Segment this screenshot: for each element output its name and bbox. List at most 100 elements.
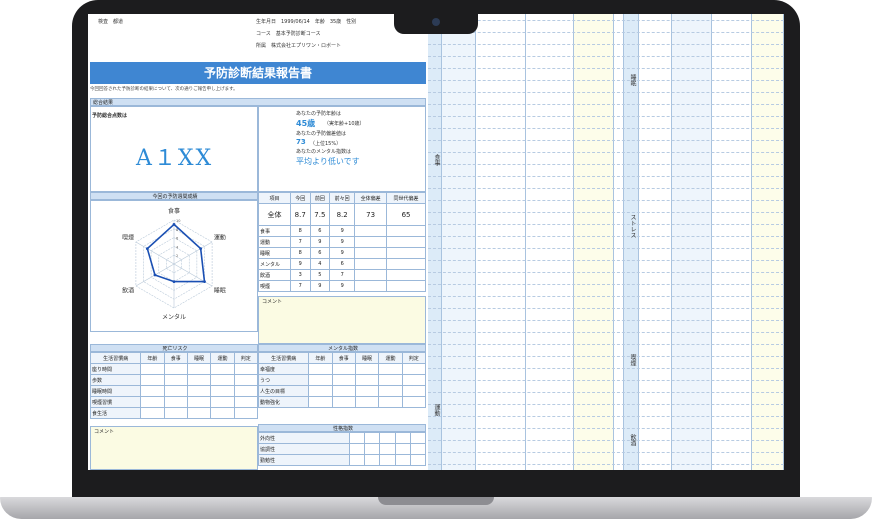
score-total-cell: 73 [354, 203, 388, 226]
grid-line [428, 164, 784, 165]
score-comment-label: コメント [262, 299, 283, 305]
table-cell: 飲酒 [258, 269, 291, 281]
row-label: 食生活 [89, 407, 142, 419]
radar-point [172, 280, 176, 283]
header-line: 検査 都道 [98, 19, 124, 25]
table-cell [233, 374, 259, 386]
radar-point [145, 247, 149, 250]
table-cell [354, 280, 388, 292]
table-cell [331, 374, 356, 386]
risk-table: 生活習慣病 年齢 食事 睡眠 運動 判定 座り時間 歩数 睡眠時間 喫煙習慣 食生活 [89, 352, 259, 419]
radar-tick-label: 6 [176, 237, 178, 241]
grid-section-label: ストレス [629, 214, 636, 238]
score-header-cell: 同世代偏差 [386, 192, 426, 204]
table-cell [163, 407, 188, 419]
table-cell [354, 396, 380, 408]
table-cell [140, 363, 165, 375]
grid-line [428, 68, 784, 69]
dev-value: 73 [296, 138, 306, 146]
table-cell: 3 [289, 269, 311, 281]
table-cell [378, 396, 403, 408]
row-label: 動物強化 [257, 396, 310, 408]
table-cell [401, 385, 427, 397]
radar-axis-label: メンタル [162, 313, 186, 321]
score-total-cell: 8.7 [289, 203, 311, 226]
table-row: 人生の目標 [257, 385, 427, 397]
row-label: 人生の目標 [257, 385, 310, 397]
grid-line [428, 152, 784, 153]
table-cell: 9 [309, 280, 331, 292]
table-cell [401, 374, 427, 386]
risk-header-cell: 判定 [233, 352, 259, 364]
grid-line [428, 236, 784, 237]
table-cell: 7 [289, 280, 311, 292]
grid-line [428, 380, 784, 381]
risk-header-cell: 運動 [210, 352, 235, 364]
grid-line [428, 284, 784, 285]
grid-line [428, 464, 784, 465]
table-cell [354, 269, 388, 281]
radar-point [199, 247, 203, 250]
table-cell [233, 363, 259, 375]
grid-column [614, 14, 624, 470]
table-cell: メンタル [258, 258, 291, 270]
score-label: 予防総合点数は [92, 113, 128, 119]
grid-line [428, 104, 784, 105]
grid-column [476, 14, 526, 470]
intro-text: 今回回答された予防診断の結果について、次の通りご報告申し上げます。 [90, 87, 238, 92]
score-table: 項目 今回 前回 前々回 全体偏差 同世代偏差 全体 8.7 7.5 8.2 73 65 食事 8 6 9… [258, 192, 426, 292]
table-cell [394, 432, 411, 444]
mental-value: 平均より低いです [296, 157, 360, 166]
mental-table: 生活習慣病 年齢 食事 睡眠 運動 判定 幸福度 うつ 人生の目標 動物強化 [257, 352, 427, 408]
risk-header-cell: 年齢 [140, 352, 165, 364]
mental-header-cell: 年齢 [308, 352, 333, 364]
score-header-cell: 前々回 [329, 192, 356, 204]
radar-tick-label: 2 [176, 254, 178, 258]
grid-section-label: 喫煙 [629, 354, 636, 366]
table-row: 食生活 [89, 407, 259, 419]
grid-line [428, 20, 784, 21]
table-row: 動物強化 [257, 396, 427, 408]
score-total-cell: 全体 [258, 203, 291, 226]
table-cell [409, 443, 427, 455]
table-cell: 6 [329, 258, 356, 270]
grid-line [428, 200, 784, 201]
base-notch [378, 497, 494, 505]
personality-section-header: 性格指数 [258, 424, 426, 432]
table-cell: 8 [289, 247, 311, 259]
report-sheet: 検査 都道 生年月日 1999/06/14 年齢 35歳 性別 コース 基本予防… [88, 14, 427, 470]
table-cell [354, 363, 380, 375]
score-header-cell: 前回 [309, 192, 331, 204]
table-cell [186, 396, 212, 408]
table-row: 睡眠 8 6 9 [258, 247, 426, 259]
table-row: 喫煙 7 9 9 [258, 280, 426, 292]
table-cell: 喫煙 [258, 280, 291, 292]
table-cell [140, 385, 165, 397]
table-cell: 8 [289, 225, 311, 237]
table-cell: 運動 [258, 236, 291, 248]
table-cell [233, 407, 259, 419]
table-cell [233, 396, 259, 408]
grid-line [428, 416, 784, 417]
table-cell [331, 363, 356, 375]
grid-line [428, 356, 784, 357]
table-cell [354, 258, 388, 270]
table-cell: 9 [329, 236, 356, 248]
table-cell [354, 225, 388, 237]
score-header-cell: 今回 [289, 192, 311, 204]
score-header-cell: 全体偏差 [354, 192, 388, 204]
radar-axis-label: 喫煙 [122, 234, 134, 242]
age-value: 45歳 [296, 119, 316, 128]
table-cell [378, 385, 403, 397]
grid-column [752, 14, 784, 470]
row-label: うつ [257, 374, 310, 386]
table-cell [364, 443, 381, 455]
mental-section-header: メンタル指数 [258, 344, 426, 352]
dev-label: あなたの予防偏差値は [296, 131, 347, 137]
table-row: 歩数 [89, 374, 259, 386]
radar-point [153, 273, 157, 277]
table-cell [379, 454, 396, 466]
table-cell [378, 374, 403, 386]
grid-column [428, 14, 442, 470]
table-cell: 9 [309, 236, 331, 248]
